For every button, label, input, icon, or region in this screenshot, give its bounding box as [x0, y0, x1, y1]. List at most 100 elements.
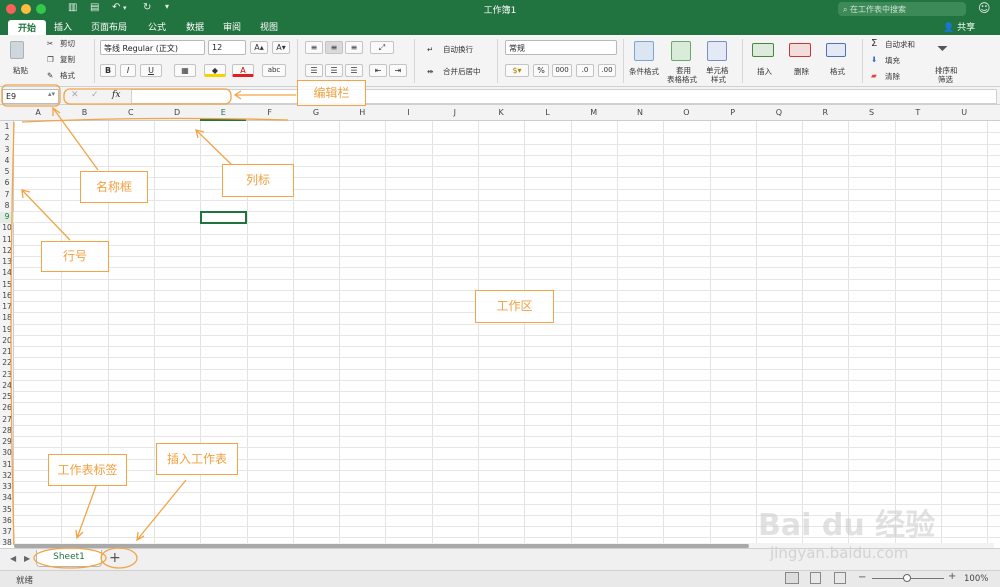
row-header-6[interactable]: 6 [0, 178, 14, 189]
cut-icon[interactable]: ✂ [47, 39, 53, 48]
copy-icon[interactable]: ❐ [47, 55, 54, 64]
format-painter-icon[interactable]: ✎ [47, 71, 53, 80]
column-header-f[interactable]: F [247, 108, 293, 117]
row-header-22[interactable]: 22 [0, 358, 14, 369]
decrease-font-button[interactable]: A▾ [272, 41, 290, 54]
row-header-20[interactable]: 20 [0, 336, 14, 347]
smiley-feedback-icon[interactable]: ☺ [978, 1, 991, 15]
sheet-tab-sheet1[interactable]: Sheet1 [36, 550, 102, 567]
row-header-11[interactable]: 11 [0, 235, 14, 246]
name-box-stepper-icon[interactable]: ▴▾ [48, 90, 55, 98]
column-header-m[interactable]: M [571, 108, 617, 117]
row-header-13[interactable]: 13 [0, 257, 14, 268]
column-header-j[interactable]: J [432, 108, 478, 117]
row-header-29[interactable]: 29 [0, 437, 14, 448]
column-header-i[interactable]: I [385, 108, 431, 117]
row-header-33[interactable]: 33 [0, 482, 14, 493]
tab-page-layout[interactable]: 页面布局 [91, 20, 127, 33]
column-header-r[interactable]: R [802, 108, 848, 117]
format-painter-button[interactable]: 格式 [60, 71, 75, 80]
column-header-o[interactable]: O [663, 108, 709, 117]
conditional-format-button[interactable]: 条件格式 [629, 67, 659, 76]
formula-input[interactable] [131, 89, 997, 104]
zoom-in-icon[interactable]: + [948, 571, 956, 582]
row-header-32[interactable]: 32 [0, 471, 14, 482]
table-format-label-1[interactable]: 套用 [676, 66, 691, 75]
row-header-24[interactable]: 24 [0, 381, 14, 392]
share-button[interactable]: 👤 共享 [943, 20, 975, 33]
zoom-slider-thumb[interactable] [903, 574, 911, 582]
wrap-text-icon[interactable]: ↵ [427, 45, 433, 54]
increase-indent-button[interactable]: ⇥ [389, 64, 407, 77]
eraser-icon[interactable]: ▰ [871, 71, 877, 80]
row-header-2[interactable]: 2 [0, 133, 14, 144]
name-box[interactable]: E9 ▴▾ [2, 89, 59, 104]
wrap-text-button[interactable]: 自动换行 [443, 45, 473, 54]
align-bottom-button[interactable]: ≡ [345, 41, 363, 54]
page-layout-view-icon[interactable] [810, 572, 821, 584]
tab-data[interactable]: 数据 [186, 20, 204, 33]
delete-cells-button[interactable]: 删除 [794, 67, 809, 76]
add-sheet-button[interactable]: + [109, 550, 121, 566]
row-header-19[interactable]: 19 [0, 325, 14, 336]
decrease-decimal-button[interactable]: .00 [598, 64, 616, 77]
row-header-38[interactable]: 38 [0, 538, 14, 545]
accounting-format-button[interactable]: $▾ [505, 64, 529, 77]
tab-review[interactable]: 审阅 [223, 20, 241, 33]
cancel-formula-icon[interactable]: ✕ [71, 90, 79, 100]
column-header-d[interactable]: D [154, 108, 200, 117]
orientation-button[interactable]: ⤢ [370, 41, 394, 54]
fill-color-button[interactable]: ◆ [204, 64, 226, 77]
row-header-18[interactable]: 18 [0, 313, 14, 324]
number-format-select[interactable]: 常规 [505, 40, 617, 55]
search-input[interactable]: ⌕ 在工作表中搜索 [838, 2, 966, 16]
worksheet-grid[interactable]: ABCDEFGHIJKLMNOPQRSTU 1 2 3 4 5 6 7 8 9 10 11 12 13 1… [0, 105, 1000, 545]
column-header-c[interactable]: C [108, 108, 154, 117]
row-header-4[interactable]: 4 [0, 156, 14, 167]
row-header-23[interactable]: 23 [0, 370, 14, 381]
row-header-3[interactable]: 3 [0, 145, 14, 156]
tab-home[interactable]: 开始 [8, 20, 46, 35]
table-format-icon[interactable] [671, 41, 691, 61]
row-header-10[interactable]: 10 [0, 223, 14, 234]
increase-decimal-button[interactable]: .0 [576, 64, 594, 77]
column-header-g[interactable]: G [293, 108, 339, 117]
row-header-37[interactable]: 37 [0, 527, 14, 538]
delete-cells-icon[interactable] [789, 43, 811, 57]
column-header-a[interactable]: A [15, 108, 61, 117]
align-top-button[interactable]: ≡ [305, 41, 323, 54]
row-header-14[interactable]: 14 [0, 268, 14, 279]
borders-button[interactable]: ▦ [174, 64, 196, 77]
row-header-15[interactable]: 15 [0, 280, 14, 291]
row-header-31[interactable]: 31 [0, 460, 14, 471]
cell-style-label-2[interactable]: 样式 [711, 75, 726, 84]
column-header-t[interactable]: T [895, 108, 941, 117]
row-header-34[interactable]: 34 [0, 493, 14, 504]
row-header-25[interactable]: 25 [0, 392, 14, 403]
paste-label[interactable]: 粘贴 [13, 66, 28, 75]
row-header-5[interactable]: 5 [0, 167, 14, 178]
decrease-indent-button[interactable]: ⇤ [369, 64, 387, 77]
sort-filter-icon[interactable]: ⏷ [937, 41, 948, 57]
table-format-label-2[interactable]: 表格格式 [667, 75, 697, 84]
cell-style-label-1[interactable]: 单元格 [706, 66, 729, 75]
column-header-b[interactable]: B [61, 108, 107, 117]
comma-style-button[interactable]: 000 [552, 64, 572, 77]
column-header-q[interactable]: Q [756, 108, 802, 117]
column-header-n[interactable]: N [617, 108, 663, 117]
scroll-sheets-right-icon[interactable]: ▶ [24, 554, 30, 563]
row-header-12[interactable]: 12 [0, 246, 14, 257]
font-color-button[interactable]: A [232, 64, 254, 77]
font-name-select[interactable]: 等线 Regular (正文) [100, 40, 205, 55]
increase-font-button[interactable]: A▴ [250, 41, 268, 54]
copy-button[interactable]: 复制 [60, 55, 75, 64]
row-header-30[interactable]: 30 [0, 448, 14, 459]
format-cells-button[interactable]: 格式 [830, 67, 845, 76]
font-size-select[interactable]: 12 [208, 40, 246, 55]
row-header-17[interactable]: 17 [0, 302, 14, 313]
column-header-e[interactable]: E [200, 108, 247, 121]
align-right-button[interactable]: ☰ [345, 64, 363, 77]
row-header-21[interactable]: 21 [0, 347, 14, 358]
zoom-out-icon[interactable]: − [858, 572, 866, 583]
phonetic-button[interactable]: abc [262, 64, 286, 77]
